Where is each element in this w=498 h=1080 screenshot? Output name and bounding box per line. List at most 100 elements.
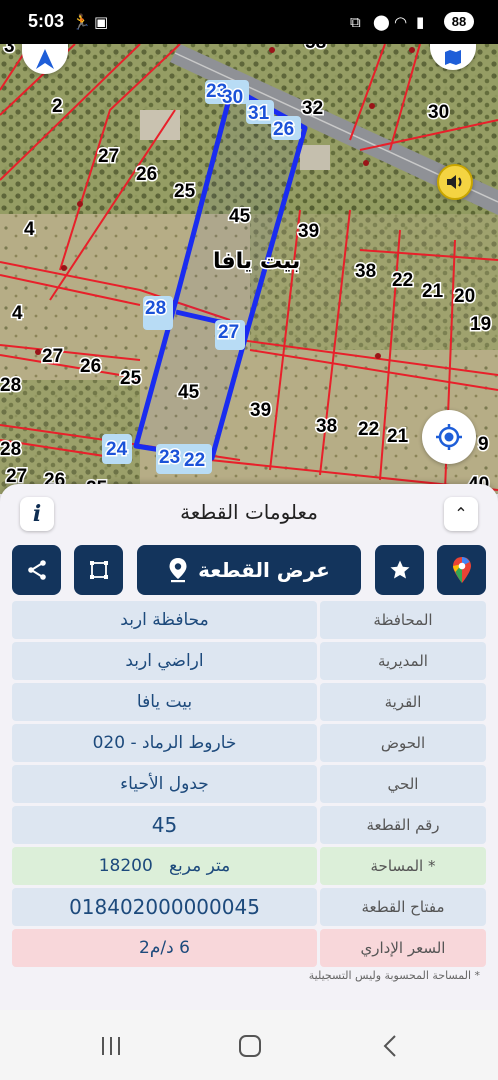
map-label: 39 bbox=[298, 221, 319, 242]
map-label: 22 bbox=[184, 450, 205, 471]
map-label: 2 bbox=[52, 96, 63, 117]
map-label: 32 bbox=[302, 98, 323, 119]
map-label: 38 bbox=[316, 416, 337, 437]
governorate-label: المحافظة bbox=[320, 601, 486, 639]
map-label: 20 bbox=[454, 286, 475, 307]
system-nav-bar bbox=[0, 1010, 498, 1080]
map-view[interactable]: 3 58 2 27 26 25 4 45 39 30 32 31 26 23 3… bbox=[0, 44, 498, 494]
sheet-header: i معلومات القطعة ⌃ bbox=[0, 484, 498, 542]
row-admin-price: 6 د/م2 السعر الإداري bbox=[12, 929, 486, 967]
governorate-value: محافظة اربد bbox=[12, 601, 317, 639]
show-plot-button[interactable]: عرض القطعة bbox=[137, 545, 361, 595]
map-label: 25 bbox=[120, 368, 142, 389]
plot-key-label: مفتاح القطعة bbox=[320, 888, 486, 926]
basin-value: خاروط الرماد - 020 bbox=[12, 724, 317, 762]
row-neighborhood: جدول الأحياء الحي bbox=[12, 765, 486, 803]
directorate-label: المديرية bbox=[320, 642, 486, 680]
plot-toolbar: عرض القطعة bbox=[0, 545, 498, 595]
cast-icon: ⧉ bbox=[350, 13, 361, 31]
admin-price-label: السعر الإداري bbox=[320, 929, 486, 967]
map-label: 45 bbox=[229, 206, 251, 227]
recent-apps-icon bbox=[102, 1037, 120, 1055]
map-label: 23 bbox=[159, 447, 180, 468]
map-layers-icon bbox=[445, 50, 461, 65]
row-governorate: محافظة اربد المحافظة bbox=[12, 601, 486, 639]
sound-button[interactable] bbox=[437, 164, 473, 200]
plot-key-value: 018402000000045 bbox=[12, 888, 317, 926]
favorite-button[interactable] bbox=[375, 545, 424, 595]
share-icon bbox=[27, 560, 46, 580]
map-label: 24 bbox=[106, 439, 128, 460]
speaker-icon bbox=[447, 175, 462, 189]
area-footnote: * المساحة المحسوبة وليس التسجيلية bbox=[308, 969, 480, 982]
village-value: بيت يافا bbox=[12, 683, 317, 721]
screen-record-icon: ▣ bbox=[94, 13, 109, 31]
show-plot-label: عرض القطعة bbox=[198, 558, 330, 582]
battery-indicator: 88 bbox=[444, 12, 474, 31]
map-label: 28 bbox=[145, 298, 166, 319]
map-label: 26 bbox=[273, 119, 294, 140]
map-label: 28 bbox=[0, 439, 21, 460]
map-label: 30 bbox=[428, 102, 449, 123]
row-area: 18200 متر مربع المساحة * bbox=[12, 847, 486, 885]
building bbox=[300, 145, 330, 170]
area-unit: متر مربع bbox=[169, 856, 231, 876]
map-label: 22 bbox=[392, 270, 413, 291]
map-label: 27 bbox=[42, 346, 63, 367]
map-label: 27 bbox=[98, 146, 119, 167]
map-label: 22 bbox=[358, 419, 379, 440]
map-label: 28 bbox=[0, 375, 21, 396]
star-icon bbox=[390, 560, 409, 579]
compass-arrow-icon bbox=[36, 49, 54, 69]
plot-details-table: محافظة اربد المحافظة اراضي اربد المديرية… bbox=[12, 601, 486, 970]
plot-number-value: 45 bbox=[12, 806, 317, 844]
home-button[interactable] bbox=[230, 1032, 270, 1060]
google-maps-button[interactable] bbox=[437, 545, 486, 595]
recent-apps-button[interactable] bbox=[91, 1032, 131, 1060]
building bbox=[140, 110, 180, 140]
row-directorate: اراضي اربد المديرية bbox=[12, 642, 486, 680]
crosshair-icon bbox=[436, 424, 462, 450]
map-label: 26 bbox=[136, 164, 157, 185]
status-bar: 5:03 🏃 ▣ ⧉ ⬤ ◠ ▮ 88 bbox=[0, 0, 498, 44]
sheet-title: معلومات القطعة bbox=[180, 500, 318, 524]
village-label: بيت يافا bbox=[213, 249, 300, 274]
area-value-cell: 18200 متر مربع bbox=[12, 847, 317, 885]
row-plot-key: 018402000000045 مفتاح القطعة bbox=[12, 888, 486, 926]
back-icon bbox=[383, 1035, 396, 1057]
home-icon bbox=[239, 1035, 261, 1057]
area-value: 18200 bbox=[98, 856, 153, 876]
map-label: 21 bbox=[422, 281, 444, 302]
map-label: 39 bbox=[250, 400, 271, 421]
draw-shape-button[interactable] bbox=[74, 545, 123, 595]
row-village: بيت يافا القرية bbox=[12, 683, 486, 721]
map-pin-icon bbox=[169, 558, 187, 583]
status-time: 5:03 bbox=[28, 11, 65, 31]
row-plot-number: 45 رقم القطعة bbox=[12, 806, 486, 844]
plot-info-sheet: i معلومات القطعة ⌃ عرض القطعة محافظة ارب… bbox=[0, 484, 498, 1010]
map-label: 9 bbox=[478, 434, 489, 455]
map-label: 38 bbox=[355, 261, 376, 282]
map-label: 4 bbox=[24, 219, 35, 240]
map-label: 3 bbox=[4, 44, 15, 57]
back-button[interactable] bbox=[370, 1032, 410, 1060]
map-label: 21 bbox=[387, 426, 409, 447]
my-location-button[interactable] bbox=[422, 410, 476, 464]
basin-label: الحوض bbox=[320, 724, 486, 762]
neighborhood-label: الحي bbox=[320, 765, 486, 803]
signal-icon: ▮ bbox=[416, 13, 425, 31]
village-label: القرية bbox=[320, 683, 486, 721]
map-label: 26 bbox=[80, 356, 101, 377]
area-label: المساحة * bbox=[320, 847, 486, 885]
map-label: 25 bbox=[174, 181, 196, 202]
wifi-icon: ◠ bbox=[394, 13, 408, 31]
map-label: 30 bbox=[222, 87, 243, 108]
collapse-button[interactable]: ⌃ bbox=[444, 497, 478, 531]
map-label: 58 bbox=[305, 44, 326, 53]
chevron-up-icon: ⌃ bbox=[454, 504, 468, 523]
map-label: 31 bbox=[248, 103, 270, 124]
location-icon: ⬤ bbox=[373, 13, 390, 31]
map-label: 4 bbox=[12, 303, 23, 324]
share-button[interactable] bbox=[12, 545, 61, 595]
directorate-value: اراضي اربد bbox=[12, 642, 317, 680]
